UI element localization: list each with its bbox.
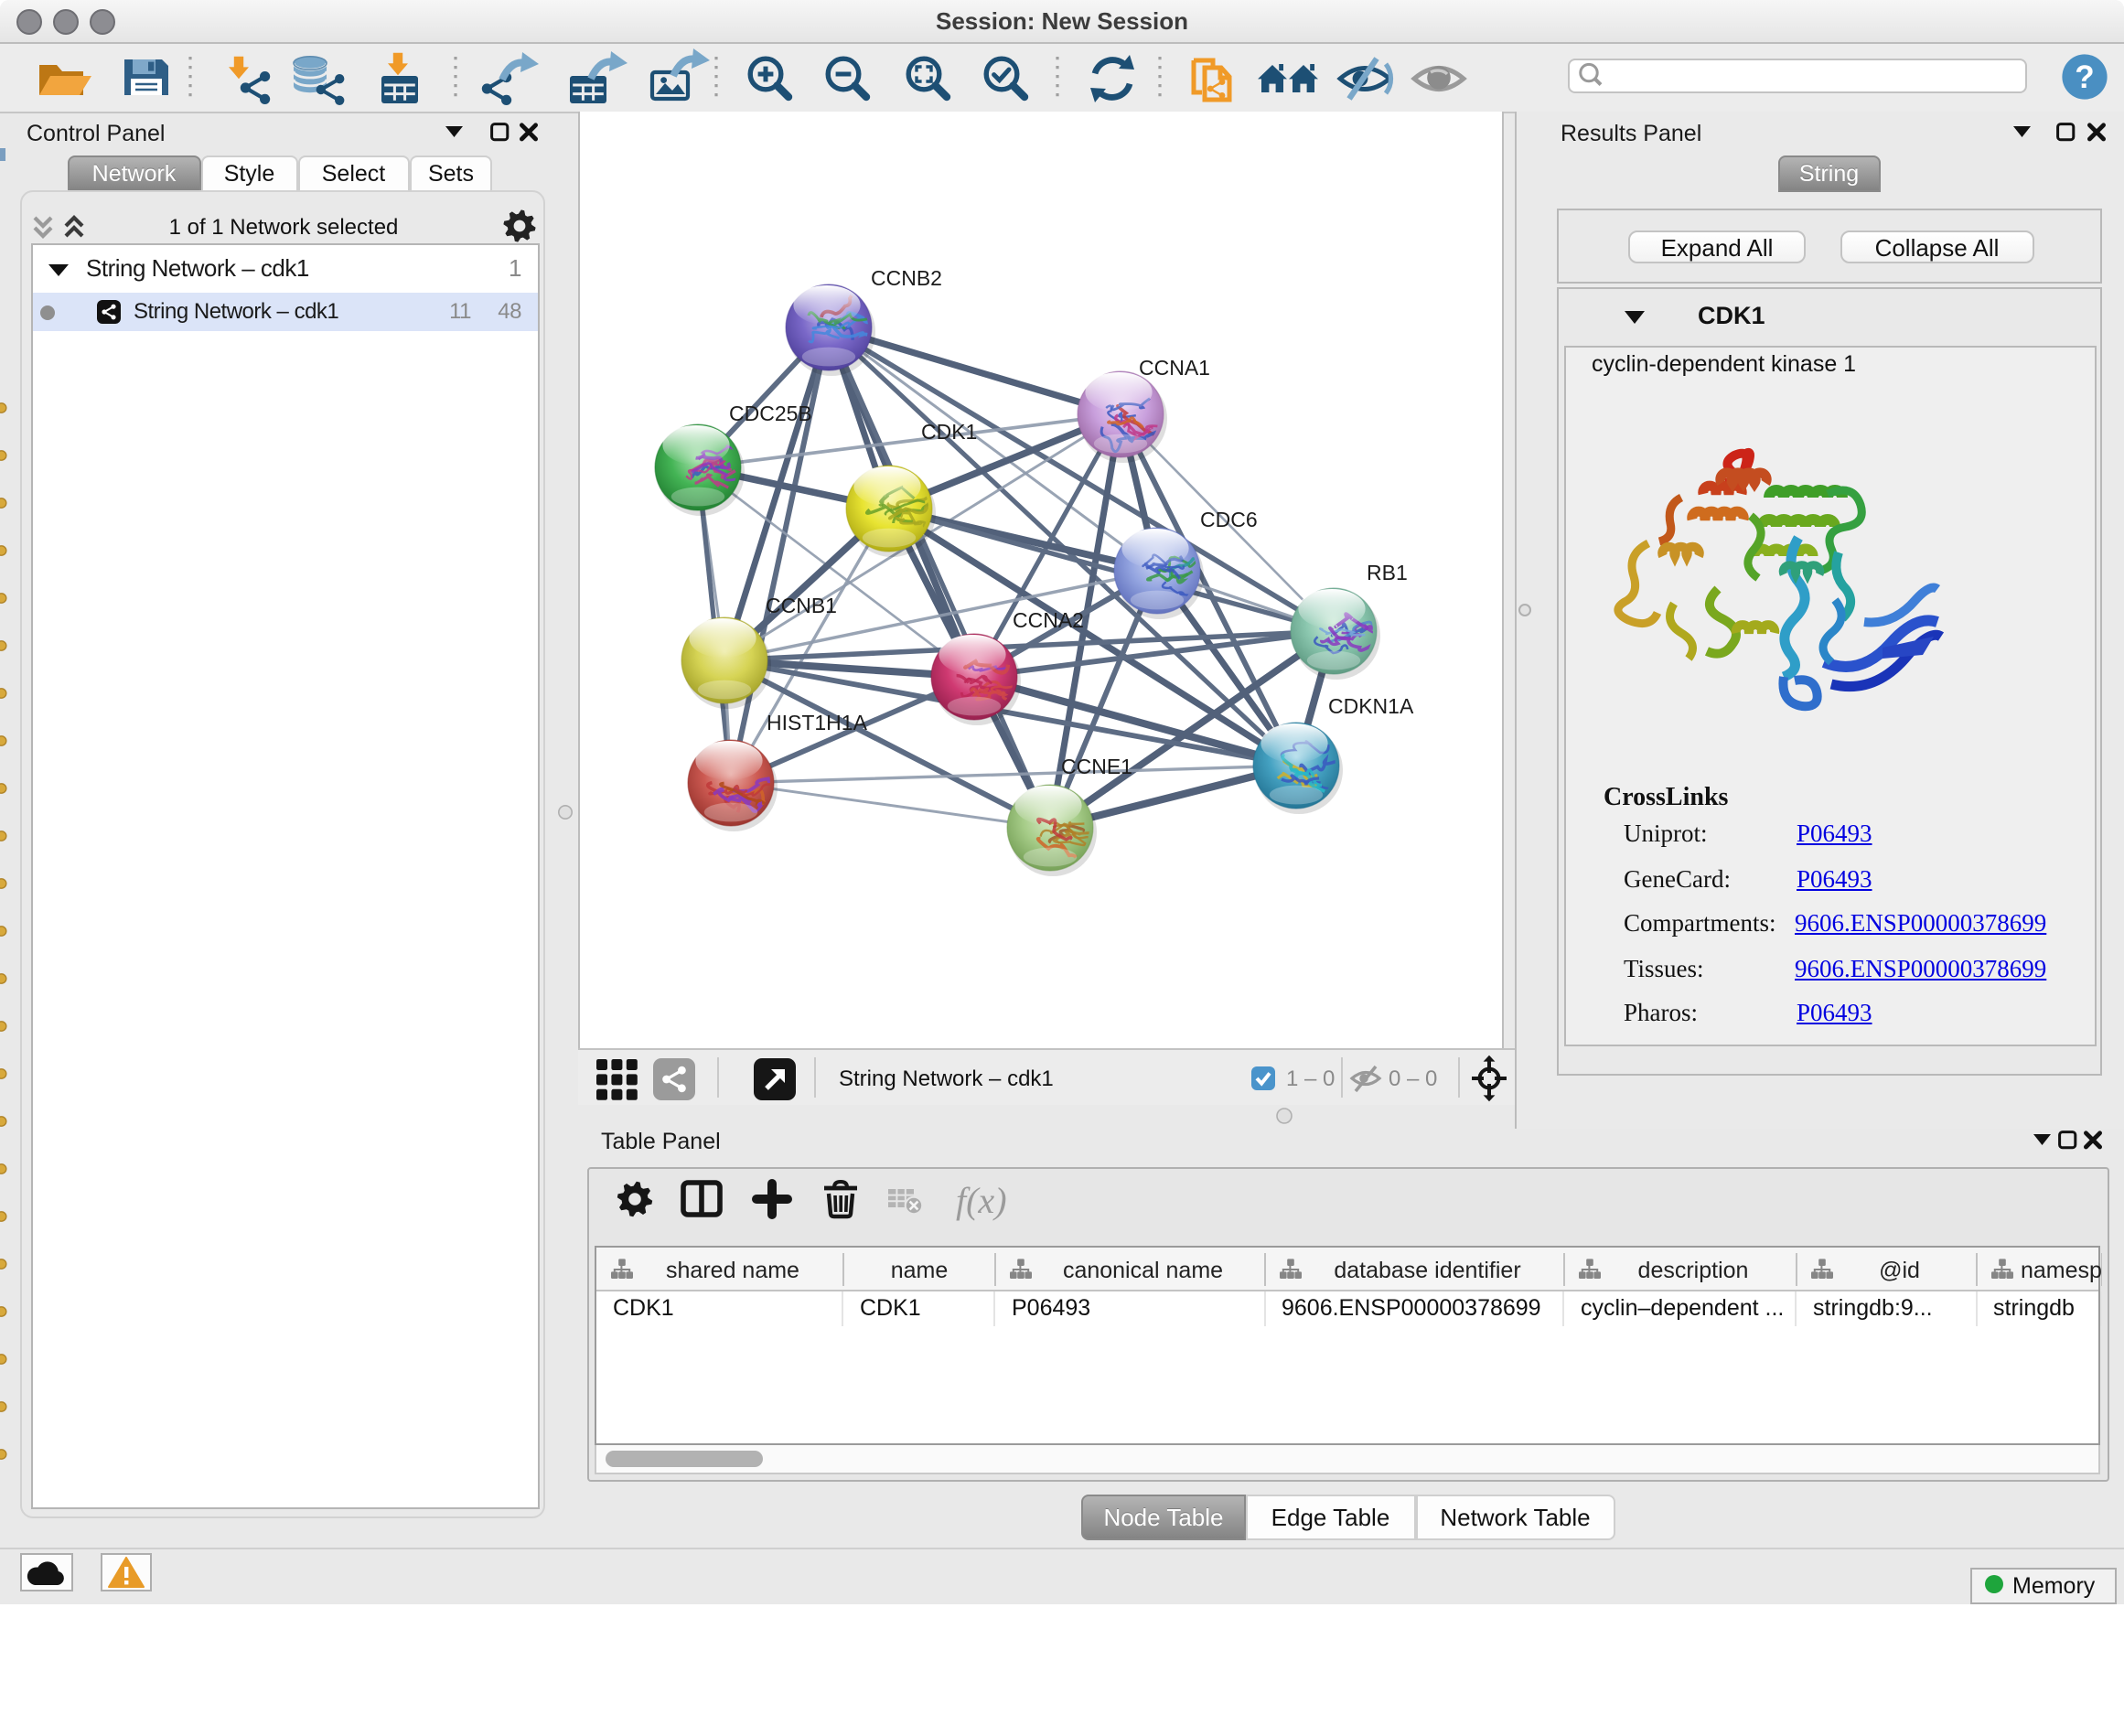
svg-text:CCNB2: CCNB2 bbox=[871, 266, 942, 290]
svg-text:name: name bbox=[891, 1257, 949, 1282]
svg-text:CDC6: CDC6 bbox=[1200, 508, 1258, 531]
svg-text:1 of 1 Network selected: 1 of 1 Network selected bbox=[169, 215, 399, 240]
svg-text:CDK1: CDK1 bbox=[921, 420, 977, 444]
svg-text:CCNA2: CCNA2 bbox=[1013, 608, 1084, 632]
svg-text:description: description bbox=[1638, 1257, 1749, 1282]
svg-text:?: ? bbox=[2075, 59, 2094, 95]
svg-text:CCNA1: CCNA1 bbox=[1139, 356, 1210, 380]
svg-text:CDKN1A: CDKN1A bbox=[1328, 694, 1414, 718]
svg-text:database identifier: database identifier bbox=[1334, 1257, 1520, 1282]
svg-text:CCNE1: CCNE1 bbox=[1061, 755, 1132, 778]
svg-text:f(x): f(x) bbox=[955, 1180, 1006, 1221]
svg-text:CDC25B: CDC25B bbox=[729, 402, 812, 425]
svg-text:shared name: shared name bbox=[666, 1257, 799, 1282]
svg-text:HIST1H1A: HIST1H1A bbox=[767, 711, 868, 734]
svg-text:canonical name: canonical name bbox=[1063, 1257, 1223, 1282]
svg-text:@id: @id bbox=[1879, 1257, 1920, 1282]
svg-text:RB1: RB1 bbox=[1367, 561, 1408, 584]
svg-text:namespace: namespace bbox=[2021, 1257, 2102, 1282]
svg-text:CCNB1: CCNB1 bbox=[766, 594, 837, 617]
